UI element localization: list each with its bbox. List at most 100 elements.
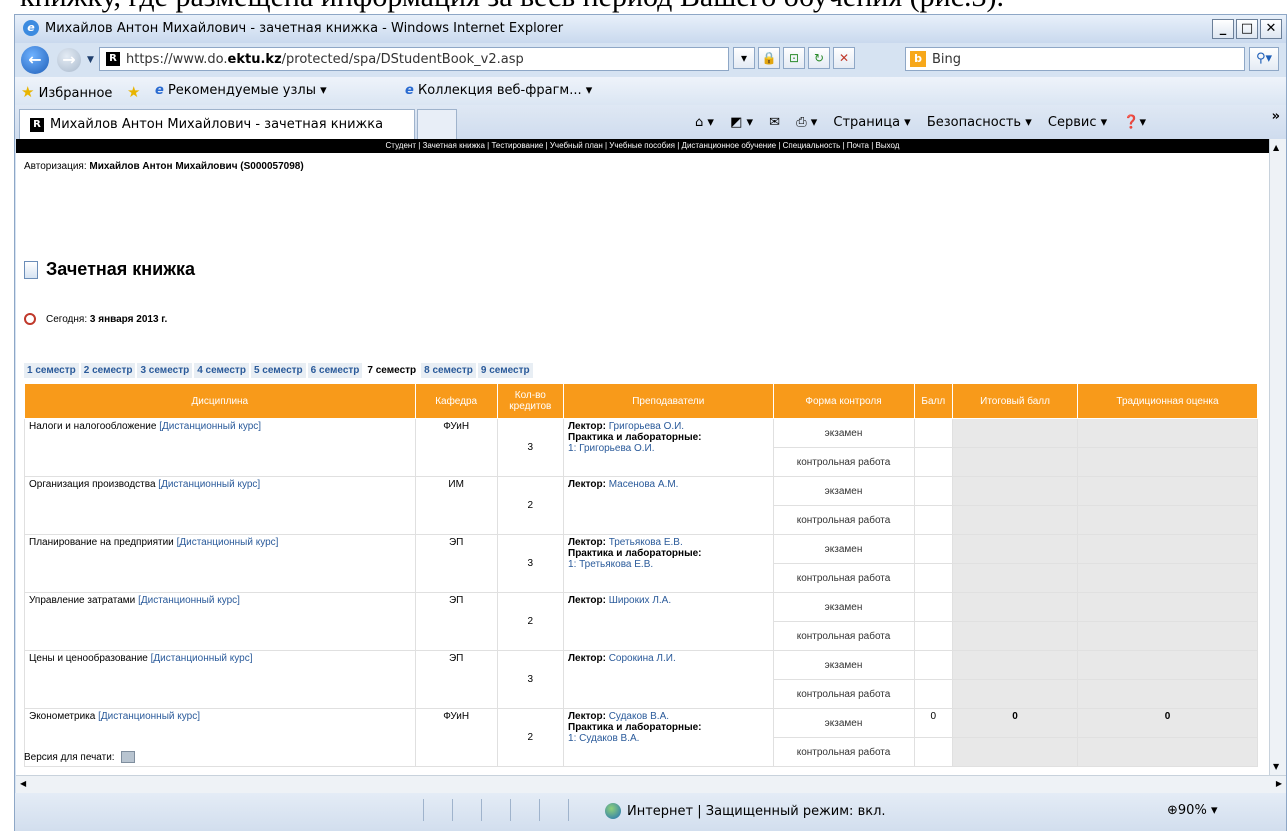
- distance-course-link[interactable]: [Дистанционный курс]: [138, 595, 240, 606]
- table-row: Организация производства [Дистанционный …: [24, 476, 1259, 535]
- search-button[interactable]: ⚲▾: [1249, 47, 1279, 71]
- practice-teacher-link[interactable]: 1: Третьякова Е.В.: [568, 559, 653, 570]
- column-header: Традиционная оценка: [1076, 383, 1259, 419]
- lock-icon[interactable]: 🔒: [758, 47, 780, 69]
- tools-menu[interactable]: Сервис ▾: [1048, 115, 1107, 130]
- vertical-scrollbar[interactable]: ▲ ▼: [1269, 139, 1286, 775]
- department-cell: ЭП: [414, 592, 498, 651]
- semester-tab[interactable]: 8 семестр: [421, 363, 476, 378]
- security-menu[interactable]: Безопасность ▾: [927, 115, 1032, 130]
- distance-course-link[interactable]: [Дистанционный курс]: [158, 479, 260, 490]
- discipline-cell: Цены и ценообразование [Дистанционный ку…: [24, 650, 416, 709]
- practice-teacher-link[interactable]: 1: Григорьева О.И.: [568, 443, 655, 454]
- traditional-grade-cell: [1076, 621, 1259, 651]
- web-slice-gallery-link[interactable]: e Коллекция веб-фрагм... ▾: [405, 83, 592, 98]
- ie-logo-icon: e: [23, 20, 39, 36]
- address-url[interactable]: https://www.do.ektu.kz/protected/spa/DSt…: [126, 52, 524, 67]
- discipline-cell: Планирование на предприятии [Дистанционн…: [24, 534, 416, 593]
- traditional-grade-cell: [1076, 679, 1259, 709]
- department-cell: ФУиН: [414, 418, 498, 477]
- compat-view-icon[interactable]: ⊡: [783, 47, 805, 69]
- close-button[interactable]: ✕: [1260, 19, 1282, 39]
- site-favicon-icon: R: [106, 52, 120, 66]
- site-top-nav[interactable]: Студент | Зачетная книжка | Тестирование…: [16, 139, 1269, 153]
- search-input[interactable]: b Bing: [905, 47, 1245, 71]
- lecturer-link[interactable]: Широких Л.А.: [609, 595, 671, 606]
- distance-course-link[interactable]: [Дистанционный курс]: [177, 537, 279, 548]
- favorites-button[interactable]: ★ Избранное: [21, 83, 112, 101]
- minimize-button[interactable]: _: [1212, 19, 1234, 39]
- page-content: Студент | Зачетная книжка | Тестирование…: [16, 139, 1269, 775]
- total-score-cell: [952, 476, 1078, 506]
- recommended-sites-link[interactable]: e Рекомендуемые узлы ▾: [155, 83, 327, 98]
- stop-icon[interactable]: ✕: [833, 47, 855, 69]
- distance-course-link[interactable]: [Дистанционный курс]: [151, 653, 253, 664]
- print-version: Версия для печати:: [24, 751, 135, 763]
- printer-icon[interactable]: [120, 751, 135, 763]
- help-icon[interactable]: ❓▾: [1123, 115, 1146, 130]
- scroll-right-icon[interactable]: ▶: [1276, 779, 1282, 788]
- traditional-grade-cell: [1076, 650, 1259, 680]
- maximize-button[interactable]: □: [1236, 19, 1258, 39]
- tab-student-book[interactable]: R Михайлов Антон Михайлович - зачетная к…: [19, 109, 415, 139]
- chevron-more-icon[interactable]: »: [1272, 109, 1280, 124]
- lecturer-link[interactable]: Судаков В.А.: [609, 711, 669, 722]
- tab-row: R Михайлов Антон Михайлович - зачетная к…: [15, 105, 1286, 139]
- traditional-grade-cell: [1076, 592, 1259, 622]
- control-form-cell: экзамен: [772, 534, 915, 564]
- lecturer-link[interactable]: Масенова А.М.: [609, 479, 679, 490]
- security-zone[interactable]: Интернет | Защищенный режим: вкл.: [605, 803, 886, 819]
- total-score-cell: [952, 737, 1078, 767]
- score-cell: [913, 476, 954, 506]
- address-dropdown-icon[interactable]: ▾: [733, 47, 755, 69]
- score-cell: 0: [913, 708, 954, 738]
- scroll-up-icon[interactable]: ▲: [1273, 143, 1279, 152]
- title-bar: e Михайлов Антон Михайлович - зачетная к…: [15, 15, 1286, 43]
- history-dropdown-icon[interactable]: ▼: [87, 55, 94, 65]
- distance-course-link[interactable]: [Дистанционный курс]: [159, 421, 261, 432]
- table-row: Налоги и налогообложение [Дистанционный …: [24, 418, 1259, 477]
- back-button[interactable]: ←: [21, 46, 49, 74]
- teachers-cell: Лектор: Григорьева О.И. Практика и лабора…: [563, 418, 774, 477]
- semester-tab[interactable]: 3 семестр: [137, 363, 193, 378]
- semester-tab[interactable]: 2 семестр: [80, 363, 136, 378]
- semester-tab[interactable]: 5 семестр: [250, 363, 306, 378]
- feeds-icon[interactable]: ◩ ▾: [730, 115, 753, 130]
- zoom-level[interactable]: ⊕90% ▾: [1167, 803, 1217, 818]
- lecturer-link[interactable]: Третьякова Е.В.: [609, 537, 683, 548]
- new-tab-button[interactable]: [417, 109, 457, 139]
- add-favorites-icon[interactable]: ★: [127, 83, 140, 101]
- auth-line: Авторизация: Михайлов Антон Михайлович (…: [24, 161, 304, 172]
- credits-cell: 3: [496, 650, 565, 709]
- semester-tab[interactable]: 6 семестр: [307, 363, 363, 378]
- column-header: Итоговый балл: [952, 383, 1078, 419]
- practice-teacher-link[interactable]: 1: Судаков В.А.: [568, 733, 639, 744]
- print-icon[interactable]: ⎙ ▾: [796, 115, 817, 130]
- scroll-left-icon[interactable]: ◀: [20, 779, 26, 788]
- mail-icon[interactable]: ✉: [769, 115, 780, 130]
- distance-course-link[interactable]: [Дистанционный курс]: [98, 711, 200, 722]
- lecturer-link[interactable]: Сорокина Л.И.: [609, 653, 676, 664]
- control-form-cell: контрольная работа: [772, 505, 915, 535]
- semester-tab[interactable]: 1 семестр: [24, 363, 79, 378]
- auth-user: Михайлов Антон Михайлович (S000057098): [89, 161, 304, 172]
- refresh-icon[interactable]: ↻: [808, 47, 830, 69]
- semester-tab[interactable]: 4 семестр: [194, 363, 249, 378]
- search-provider-label: Bing: [932, 52, 962, 67]
- site-favicon-icon: R: [30, 118, 44, 132]
- clock-icon: [24, 313, 36, 325]
- teachers-cell: Лектор: Сорокина Л.И.: [563, 650, 774, 709]
- semester-tab[interactable]: 9 семестр: [477, 363, 533, 378]
- total-score-cell: [952, 679, 1078, 709]
- horizontal-scrollbar[interactable]: ◀ ▶: [16, 775, 1286, 793]
- forward-button[interactable]: →: [57, 48, 81, 72]
- semester-tab[interactable]: 7 семестр: [364, 363, 420, 378]
- credits-cell: 2: [496, 476, 565, 535]
- scroll-down-icon[interactable]: ▼: [1273, 762, 1279, 771]
- page-menu[interactable]: Страница ▾: [833, 115, 910, 130]
- address-bar[interactable]: R https://www.do.ektu.kz/protected/spa/D…: [99, 47, 729, 71]
- department-cell: ЭП: [414, 534, 498, 593]
- home-icon[interactable]: ⌂ ▾: [695, 115, 714, 130]
- control-form-cell: экзамен: [772, 592, 915, 622]
- lecturer-link[interactable]: Григорьева О.И.: [609, 421, 684, 432]
